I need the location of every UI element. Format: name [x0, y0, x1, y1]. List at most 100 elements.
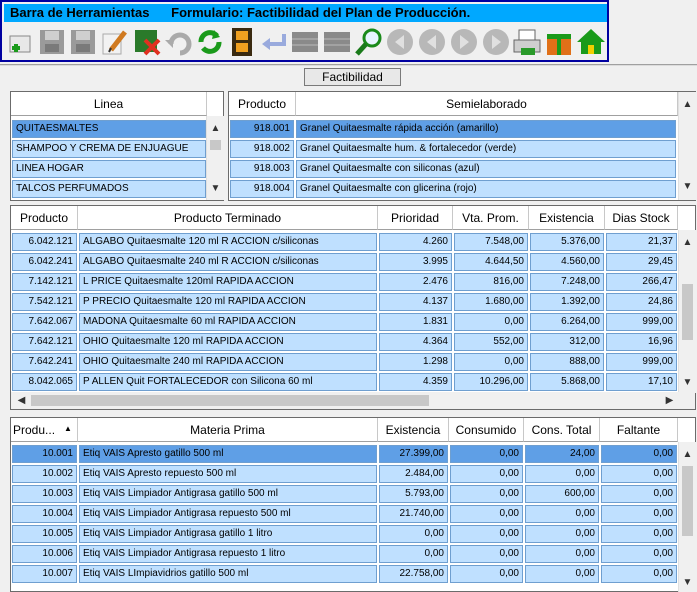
materia-producto-cell[interactable]: 10.005	[12, 525, 77, 543]
materia-faltante-cell[interactable]: 0,00	[601, 505, 677, 523]
tab-factibilidad[interactable]: Factibilidad	[304, 68, 401, 86]
terminado-dias-stock-cell[interactable]: 24,86	[606, 293, 677, 311]
terminado-nombre-header[interactable]: Producto Terminado	[78, 206, 378, 230]
terminado-vta-prom-cell[interactable]: 0,00	[454, 313, 528, 331]
lineas-scrollbar[interactable]: ▲ ▼	[206, 116, 224, 200]
materia-producto-cell[interactable]: 10.003	[12, 485, 77, 503]
prev-icon[interactable]	[416, 26, 448, 58]
terminado-nombre-cell[interactable]: P ALLEN Quit FORTALECEDOR con Silicona 6…	[79, 373, 377, 391]
semi-scrollbar[interactable]: ▲ ▼	[678, 92, 696, 200]
terminado-nombre-cell[interactable]: OHIO Quitaesmalte 120 ml RAPIDA ACCION	[79, 333, 377, 351]
semi-cell-semielaborado[interactable]: Granel Quitaesmalte rápida acción (amari…	[296, 120, 676, 138]
materia-consumido-header[interactable]: Consumido	[449, 418, 524, 442]
terminado-producto-cell[interactable]: 7.642.067	[12, 313, 77, 331]
return-icon[interactable]	[258, 26, 290, 58]
scroll-left-icon[interactable]: ◀	[13, 392, 30, 409]
terminado-prioridad-cell[interactable]: 1.831	[379, 313, 452, 331]
materia-consumido-cell[interactable]: 0,00	[450, 485, 523, 503]
terminado-existencia-cell[interactable]: 312,00	[530, 333, 604, 351]
materia-producto-cell[interactable]: 10.007	[12, 565, 77, 583]
materia-faltante-cell[interactable]: 0,00	[601, 545, 677, 563]
materia-nombre-header[interactable]: Materia Prima	[78, 418, 378, 442]
terminado-producto-cell[interactable]: 6.042.241	[12, 253, 77, 271]
materia-producto-cell[interactable]: 10.001	[12, 445, 77, 463]
materia-consumido-cell[interactable]: 0,00	[450, 445, 523, 463]
undo-icon[interactable]	[163, 26, 195, 58]
grid-icon[interactable]	[321, 26, 353, 58]
materia-consumido-cell[interactable]: 0,00	[450, 465, 523, 483]
semi-cell-producto[interactable]: 918.001	[230, 120, 294, 138]
materia-cons-total-header[interactable]: Cons. Total	[524, 418, 600, 442]
materia-existencia-cell[interactable]: 0,00	[379, 545, 448, 563]
terminado-producto-cell[interactable]: 7.542.121	[12, 293, 77, 311]
terminado-dias-stock-cell[interactable]: 17,10	[606, 373, 677, 391]
materia-existencia-header[interactable]: Existencia	[378, 418, 449, 442]
materia-nombre-cell[interactable]: Etiq VAIS Apresto repuesto 500 ml	[79, 465, 377, 483]
terminado-existencia-cell[interactable]: 7.248,00	[530, 273, 604, 291]
terminado-producto-cell[interactable]: 6.042.121	[12, 233, 77, 251]
materia-existencia-cell[interactable]: 27.399,00	[379, 445, 448, 463]
terminado-prioridad-cell[interactable]: 3.995	[379, 253, 452, 271]
terminado-dias-stock-cell[interactable]: 21,37	[606, 233, 677, 251]
semi-cell-semielaborado[interactable]: Granel Quitaesmalte con siliconas (azul)	[296, 160, 676, 178]
terminado-nombre-cell[interactable]: L PRICE Quitaesmalte 120ml RAPIDA ACCION	[79, 273, 377, 291]
materia-existencia-cell[interactable]: 21.740,00	[379, 505, 448, 523]
scroll-thumb[interactable]	[682, 466, 693, 536]
refresh-icon[interactable]	[194, 26, 226, 58]
semi-cell-producto[interactable]: 918.002	[230, 140, 294, 158]
materia-nombre-cell[interactable]: Etiq VAIS LImpiavidrios gatillo 500 ml	[79, 565, 377, 583]
materia-nombre-cell[interactable]: Etiq VAIS Limpiador Antigrasa gatillo 1 …	[79, 525, 377, 543]
terminado-existencia-cell[interactable]: 6.264,00	[530, 313, 604, 331]
terminado-dias-stock-cell[interactable]: 16,96	[606, 333, 677, 351]
semi-cell-producto[interactable]: 918.004	[230, 180, 294, 198]
save-icon[interactable]	[36, 26, 68, 58]
materia-cons-total-cell[interactable]: 600,00	[525, 485, 599, 503]
last-icon[interactable]	[480, 26, 512, 58]
materia-nombre-cell[interactable]: Etiq VAIS Limpiador Antigrasa repuesto 1…	[79, 545, 377, 563]
terminado-vscrollbar[interactable]: ▲ ▼	[678, 230, 696, 393]
lineas-row[interactable]: LINEA HOGAR	[12, 160, 206, 178]
lineas-row[interactable]: TALCOS PERFUMADOS	[12, 180, 206, 198]
materia-cons-total-cell[interactable]: 24,00	[525, 445, 599, 463]
lineas-row[interactable]: SHAMPOO Y CREMA DE ENJUAGUE	[12, 140, 206, 158]
terminado-nombre-cell[interactable]: OHIO Quitaesmalte 240 ml RAPIDA ACCION	[79, 353, 377, 371]
materia-producto-cell[interactable]: 10.004	[12, 505, 77, 523]
semi-header-semielaborado[interactable]: Semielaborado	[296, 92, 678, 116]
terminado-nombre-cell[interactable]: P PRECIO Quitaesmalte 120 ml RAPIDA ACCI…	[79, 293, 377, 311]
terminado-nombre-cell[interactable]: MADONA Quitaesmalte 60 ml RAPIDA ACCION	[79, 313, 377, 331]
first-icon[interactable]	[384, 26, 416, 58]
terminado-prioridad-cell[interactable]: 2.476	[379, 273, 452, 291]
terminado-nombre-cell[interactable]: ALGABO Quitaesmalte 120 ml R ACCION c/si…	[79, 233, 377, 251]
terminado-dias-stock-cell[interactable]: 999,00	[606, 353, 677, 371]
scroll-down-icon[interactable]: ▼	[207, 180, 224, 197]
semi-cell-producto[interactable]: 918.003	[230, 160, 294, 178]
terminado-nombre-cell[interactable]: ALGABO Quitaesmalte 240 ml R ACCION c/si…	[79, 253, 377, 271]
materia-faltante-cell[interactable]: 0,00	[601, 565, 677, 583]
delete-icon[interactable]	[131, 26, 163, 58]
materia-consumido-cell[interactable]: 0,00	[450, 505, 523, 523]
semi-cell-semielaborado[interactable]: Granel Quitaesmalte con glicerina (rojo)	[296, 180, 676, 198]
scroll-down-icon[interactable]: ▼	[679, 574, 696, 591]
next-icon[interactable]	[448, 26, 480, 58]
terminado-producto-cell[interactable]: 7.142.121	[12, 273, 77, 291]
terminado-dias-stock-cell[interactable]: 29,45	[606, 253, 677, 271]
terminado-vta-prom-cell[interactable]: 7.548,00	[454, 233, 528, 251]
terminado-prioridad-header[interactable]: Prioridad	[378, 206, 453, 230]
terminado-existencia-cell[interactable]: 4.560,00	[530, 253, 604, 271]
scroll-thumb[interactable]	[210, 140, 221, 150]
materia-nombre-cell[interactable]: Etiq VAIS Limpiador Antigrasa repuesto 5…	[79, 505, 377, 523]
materia-cons-total-cell[interactable]: 0,00	[525, 465, 599, 483]
scroll-down-icon[interactable]: ▼	[679, 374, 696, 391]
materia-cons-total-cell[interactable]: 0,00	[525, 565, 599, 583]
materia-cons-total-cell[interactable]: 0,00	[525, 505, 599, 523]
terminado-dias-stock-cell[interactable]: 266,47	[606, 273, 677, 291]
materia-nombre-cell[interactable]: Etiq VAIS Limpiador Antigrasa gatillo 50…	[79, 485, 377, 503]
terminado-vta-prom-cell[interactable]: 10.296,00	[454, 373, 528, 391]
materia-consumido-cell[interactable]: 0,00	[450, 565, 523, 583]
terminado-dias-stock-header[interactable]: Dias Stock	[605, 206, 678, 230]
materia-nombre-cell[interactable]: Etiq VAIS Apresto gatillo 500 ml	[79, 445, 377, 463]
materia-existencia-cell[interactable]: 5.793,00	[379, 485, 448, 503]
terminado-prioridad-cell[interactable]: 4.260	[379, 233, 452, 251]
scroll-thumb[interactable]	[682, 284, 693, 340]
scroll-thumb[interactable]	[31, 395, 429, 406]
